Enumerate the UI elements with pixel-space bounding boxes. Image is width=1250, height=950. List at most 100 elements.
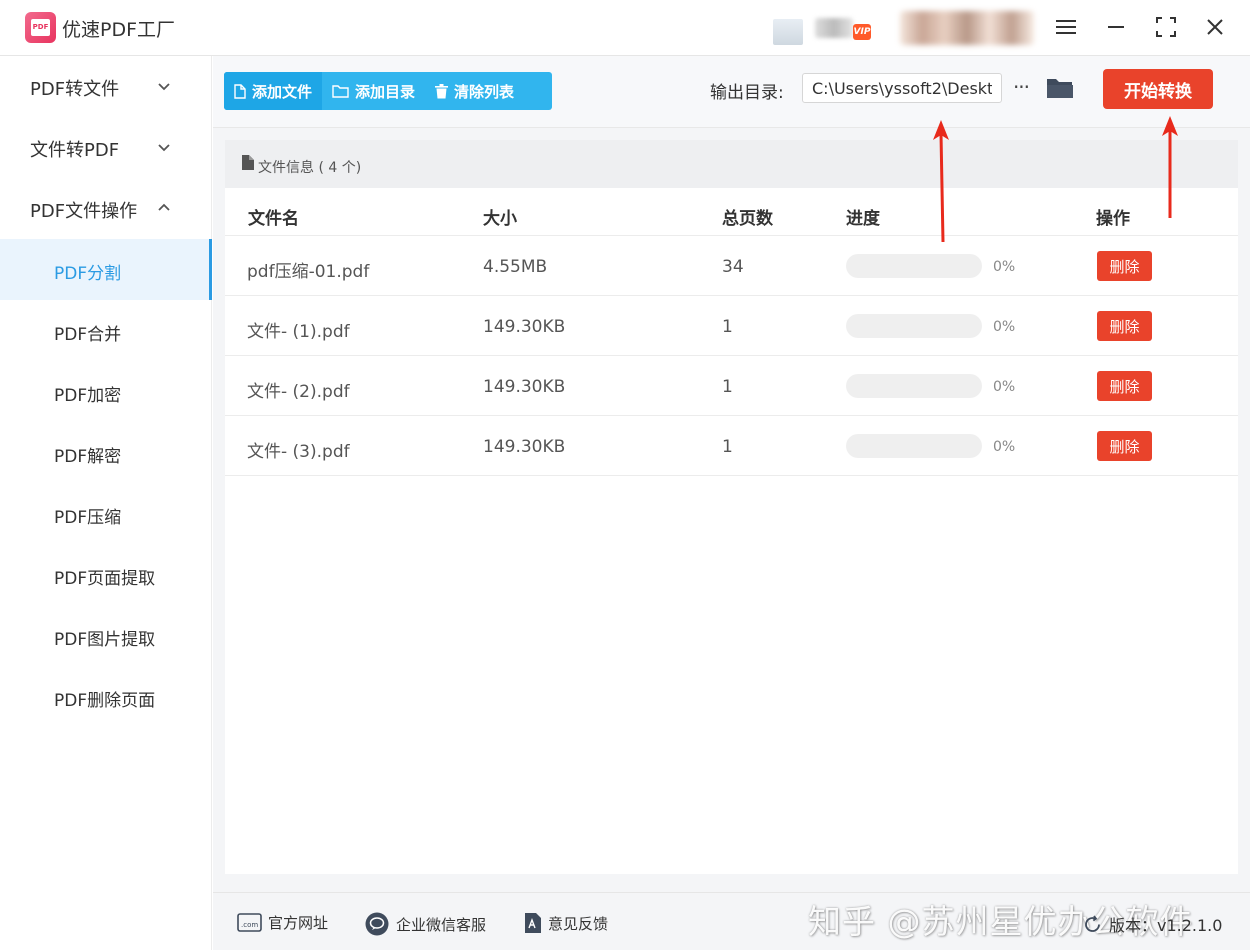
clear-list-button[interactable]: 清除列表 xyxy=(425,72,524,110)
user-name-blurred xyxy=(815,18,853,38)
progress-text: 0% xyxy=(993,319,1016,335)
title-bar: PDF 优速PDF工厂 VIP xyxy=(0,0,1250,56)
sidebar-item-label: PDF合并 xyxy=(54,325,122,345)
file-icon xyxy=(234,83,246,99)
sidebar-item-label: PDF解密 xyxy=(54,447,122,467)
footer: .com 官方网址 企业微信客服 意见反馈 知乎 @苏州星优办公软件 版本：v1… xyxy=(213,892,1250,950)
app-logo-text: PDF xyxy=(31,19,50,36)
chevron-down-icon xyxy=(158,83,170,91)
progress-bar xyxy=(846,254,982,278)
sidebar-item-pdf-merge[interactable]: PDF合并 xyxy=(0,300,212,361)
add-file-button[interactable]: 添加文件 xyxy=(224,72,323,110)
progress-bar xyxy=(846,314,982,338)
document-icon xyxy=(242,155,254,170)
sidebar-group-label: PDF转文件 xyxy=(30,79,120,100)
menu-icon[interactable] xyxy=(1051,12,1081,42)
maximize-icon[interactable] xyxy=(1151,12,1181,42)
delete-button[interactable]: 删除 xyxy=(1097,311,1152,341)
file-panel: 文件信息 ( 4 个) 文件名 大小 总页数 进度 操作 pdf压缩-01.pd… xyxy=(225,140,1238,874)
column-header-pages: 总页数 xyxy=(722,209,773,229)
clear-list-label: 清除列表 xyxy=(454,82,515,101)
file-info-header: 文件信息 ( 4 个) xyxy=(225,140,1238,188)
progress-text: 0% xyxy=(993,259,1016,275)
output-dir-input[interactable] xyxy=(802,73,1002,103)
chevron-down-icon xyxy=(158,144,170,152)
folder-icon[interactable] xyxy=(1046,76,1074,100)
file-pages: 1 xyxy=(722,317,733,337)
progress-bar xyxy=(846,434,982,458)
official-website-label: 官方网址 xyxy=(268,914,329,932)
folder-outline-icon xyxy=(332,85,349,98)
file-size: 149.30KB xyxy=(483,377,566,397)
wechat-support-link[interactable]: 企业微信客服 xyxy=(365,912,486,936)
sidebar-group-pdf-operations[interactable]: PDF文件操作 xyxy=(0,178,212,239)
sidebar-group-label: 文件转PDF xyxy=(30,140,120,161)
sidebar-item-label: PDF页面提取 xyxy=(54,569,156,589)
feedback-link[interactable]: 意见反馈 xyxy=(524,912,608,934)
sidebar-item-label: PDF压缩 xyxy=(54,508,122,528)
toolbar: 添加文件 添加目录 清除列表 输出目录: ··· 开始转换 xyxy=(213,56,1250,128)
sidebar-item-pdf-delete-pages[interactable]: PDF删除页面 xyxy=(0,666,212,727)
svg-text:.com: .com xyxy=(241,921,258,929)
table-header: 文件名 大小 总页数 进度 操作 xyxy=(225,188,1238,236)
refresh-icon xyxy=(1085,914,1100,932)
delete-button[interactable]: 删除 xyxy=(1097,251,1152,281)
sidebar: PDF转文件 文件转PDF PDF文件操作 PDF分割 PDF合并 PDF加密 … xyxy=(0,56,212,950)
file-size: 4.55MB xyxy=(483,257,548,277)
more-options-button[interactable]: ··· xyxy=(1010,74,1032,100)
chat-icon xyxy=(365,912,389,936)
sidebar-group-file-to-pdf[interactable]: 文件转PDF xyxy=(0,117,212,178)
table-row: 文件- (3).pdf 149.30KB 1 0% 删除 xyxy=(225,416,1238,476)
sidebar-item-label: PDF分割 xyxy=(54,264,122,284)
avatar[interactable] xyxy=(773,19,803,45)
table-row: 文件- (2).pdf 149.30KB 1 0% 删除 xyxy=(225,356,1238,416)
add-folder-label: 添加目录 xyxy=(355,82,416,101)
minimize-icon[interactable] xyxy=(1101,12,1131,42)
file-button-group: 添加文件 添加目录 清除列表 xyxy=(224,72,552,110)
sidebar-item-label: PDF删除页面 xyxy=(54,691,156,711)
file-name: 文件- (3).pdf xyxy=(247,442,350,462)
app-title: 优速PDF工厂 xyxy=(62,19,176,41)
sidebar-item-pdf-encrypt[interactable]: PDF加密 xyxy=(0,361,212,422)
progress-text: 0% xyxy=(993,379,1016,395)
column-header-progress: 进度 xyxy=(846,209,880,229)
table-row: pdf压缩-01.pdf 4.55MB 34 0% 删除 xyxy=(225,236,1238,296)
sidebar-item-pdf-split[interactable]: PDF分割 xyxy=(0,239,212,300)
delete-button[interactable]: 删除 xyxy=(1097,431,1152,461)
file-info-title: 文件信息 ( 4 个) xyxy=(258,160,362,176)
file-size: 149.30KB xyxy=(483,317,566,337)
sidebar-item-pdf-page-extract[interactable]: PDF页面提取 xyxy=(0,544,212,605)
app-logo-icon: PDF xyxy=(25,12,56,43)
sidebar-group-pdf-to-file[interactable]: PDF转文件 xyxy=(0,56,212,117)
column-header-action: 操作 xyxy=(1096,209,1130,229)
sidebar-item-pdf-decrypt[interactable]: PDF解密 xyxy=(0,422,212,483)
chevron-up-icon xyxy=(158,203,170,211)
progress-bar xyxy=(846,374,982,398)
user-account[interactable]: VIP xyxy=(773,10,877,46)
output-dir-label: 输出目录: xyxy=(710,83,784,103)
file-name: 文件- (2).pdf xyxy=(247,382,350,402)
column-header-size: 大小 xyxy=(483,209,517,229)
account-info-blurred xyxy=(900,11,1034,45)
version-info: 版本：v1.2.1.0 xyxy=(1083,912,1222,936)
sidebar-item-label: PDF加密 xyxy=(54,386,122,406)
delete-button[interactable]: 删除 xyxy=(1097,371,1152,401)
start-convert-button[interactable]: 开始转换 xyxy=(1103,69,1213,109)
sidebar-group-label: PDF文件操作 xyxy=(30,201,138,222)
file-pages: 1 xyxy=(722,437,733,457)
wechat-support-label: 企业微信客服 xyxy=(396,915,487,934)
trash-icon xyxy=(435,83,449,98)
feedback-label: 意见反馈 xyxy=(548,914,609,933)
version-label: 版本：v1.2.1.0 xyxy=(1109,916,1223,935)
official-website-link[interactable]: .com 官方网址 xyxy=(237,912,328,933)
main-area: 添加文件 添加目录 清除列表 输出目录: ··· 开始转换 文件信息 ( 4 个… xyxy=(213,56,1250,950)
sidebar-item-pdf-image-extract[interactable]: PDF图片提取 xyxy=(0,605,212,666)
sidebar-item-pdf-compress[interactable]: PDF压缩 xyxy=(0,483,212,544)
file-name: 文件- (1).pdf xyxy=(247,322,350,342)
progress-text: 0% xyxy=(993,439,1016,455)
file-pages: 34 xyxy=(722,257,744,277)
add-folder-button[interactable]: 添加目录 xyxy=(322,72,425,110)
close-icon[interactable] xyxy=(1200,12,1230,42)
website-icon: .com xyxy=(237,912,262,932)
add-file-label: 添加文件 xyxy=(252,82,313,101)
